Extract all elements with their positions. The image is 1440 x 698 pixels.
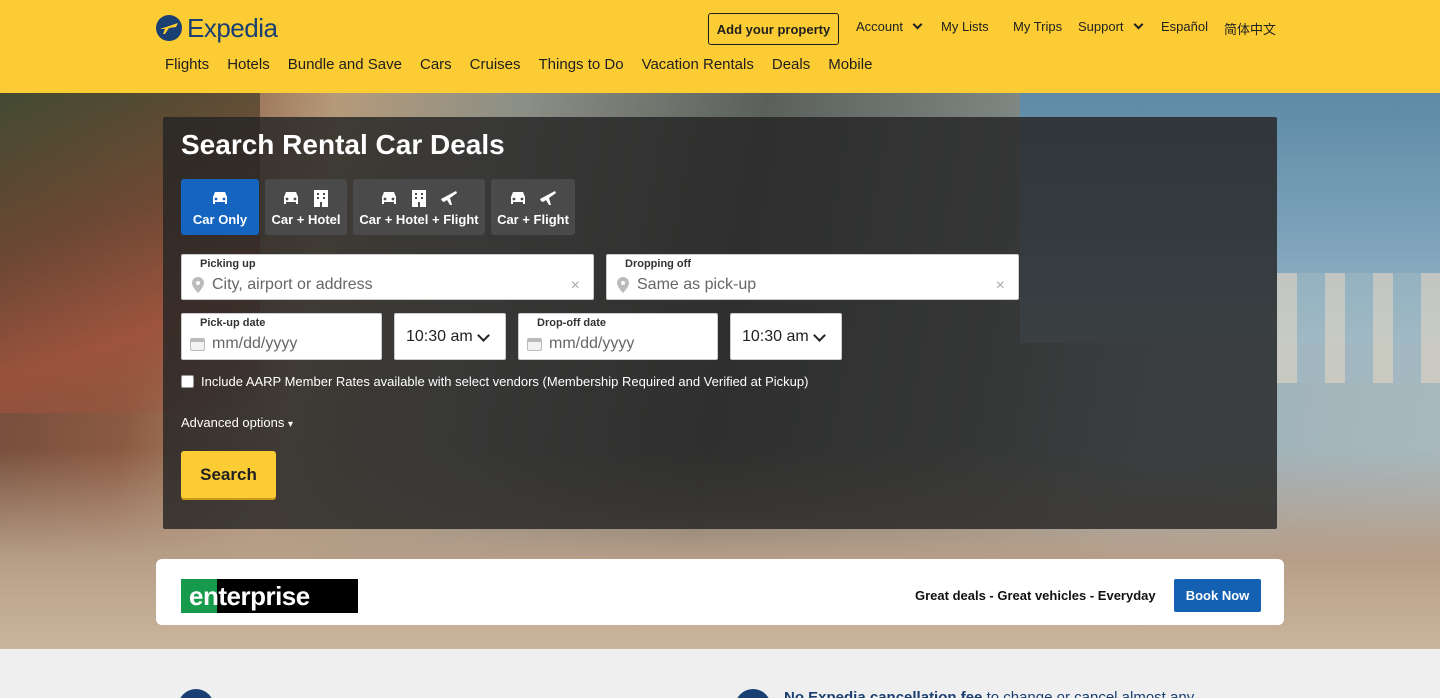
plane-icon (540, 191, 556, 205)
map-pin-icon (617, 277, 629, 293)
chevron-down-icon (1133, 19, 1143, 30)
chevron-down-icon (477, 329, 490, 342)
account-menu[interactable]: Account (856, 19, 923, 34)
nav-vacation-rentals[interactable]: Vacation Rentals (642, 56, 754, 73)
clear-icon[interactable]: × (571, 277, 580, 295)
car-icon (284, 192, 298, 204)
plane-globe-icon (156, 15, 182, 41)
site-header: Expedia Add your property Account My Lis… (0, 0, 1440, 93)
aarp-checkbox[interactable] (181, 375, 194, 388)
nav-bundle-and-save[interactable]: Bundle and Save (288, 56, 402, 73)
pickup-date-placeholder: mm/dd/yyyy (212, 335, 298, 352)
chinese-label: 简体中文 (1224, 22, 1277, 37)
cancellation-benefit-text: No Expedia cancellation fee to change or… (784, 689, 1194, 698)
dropoff-date-field[interactable]: Drop-off date mm/dd/yyyy (518, 313, 718, 360)
hotel-icon (412, 190, 426, 207)
hero-bridge-railing (1277, 273, 1440, 383)
logo-text: Expedia (187, 12, 278, 43)
language-chinese-link[interactable]: 简体中文 (1224, 19, 1276, 38)
cancellation-benefit-rest: to change or cancel almost any (982, 689, 1195, 698)
cancellation-benefit-bold: No Expedia cancellation fee (784, 689, 983, 698)
dropoff-location-label: Dropping off (625, 258, 691, 270)
benefit-icon (735, 689, 771, 698)
dropoff-time-value: 10:30 am (742, 327, 809, 345)
tab-label: Car + Hotel + Flight (359, 212, 479, 227)
pickup-date-field[interactable]: Pick-up date mm/dd/yyyy (181, 313, 382, 360)
nav-cars[interactable]: Cars (420, 56, 452, 73)
expedia-logo[interactable]: Expedia (155, 12, 278, 44)
advanced-options-link[interactable]: Advanced options ▾ (181, 415, 293, 430)
nav-deals[interactable]: Deals (772, 56, 810, 73)
pickup-date-label: Pick-up date (200, 317, 266, 329)
dropoff-date-placeholder: mm/dd/yyyy (549, 335, 635, 352)
benefits-section: No Expedia cancellation fee to change or… (0, 649, 1440, 698)
search-type-tabs: Car Only Car + Hotel Car + Hotel + Fligh… (181, 179, 575, 235)
clear-icon[interactable]: × (996, 277, 1005, 295)
plane-icon (441, 191, 457, 205)
main-navigation: Flights Hotels Bundle and Save Cars Crui… (165, 56, 890, 73)
tab-label: Car Only (192, 212, 248, 227)
nav-flights[interactable]: Flights (165, 56, 209, 73)
advanced-options-label: Advanced options (181, 415, 285, 430)
calendar-icon (527, 338, 542, 351)
pickup-location-field[interactable]: Picking up City, airport or address × (181, 254, 594, 300)
hotel-icon (314, 190, 328, 207)
nav-cruises[interactable]: Cruises (470, 56, 521, 73)
enterprise-promo-banner: enterprise Great deals - Great vehicles … (156, 559, 1284, 625)
calendar-icon (190, 338, 205, 351)
aarp-option: Include AARP Member Rates available with… (181, 374, 808, 389)
hero-background: Search Rental Car Deals Car Only Car + H… (0, 93, 1440, 649)
nav-mobile[interactable]: Mobile (828, 56, 872, 73)
tab-car-hotel-flight[interactable]: Car + Hotel + Flight (353, 179, 485, 235)
car-icon (382, 192, 396, 204)
car-icon (213, 192, 227, 204)
language-spanish-link[interactable]: Español (1161, 19, 1208, 34)
double-chevron-down-icon: ▾ (287, 419, 294, 430)
enterprise-logo[interactable]: enterprise (181, 579, 358, 613)
dropoff-date-label: Drop-off date (537, 317, 607, 329)
nav-things-to-do[interactable]: Things to Do (539, 56, 624, 73)
nav-hotels[interactable]: Hotels (227, 56, 270, 73)
my-lists-label: My Lists (941, 19, 989, 34)
tab-car-hotel[interactable]: Car + Hotel (265, 179, 347, 235)
account-label: Account (856, 19, 903, 34)
map-pin-icon (192, 277, 204, 293)
my-trips-label: My Trips (1013, 19, 1063, 34)
search-title: Search Rental Car Deals (181, 129, 505, 160)
promo-tagline: Great deals - Great vehicles - Everyday (915, 588, 1156, 603)
pickup-time-value: 10:30 am (406, 327, 473, 345)
tab-car-only[interactable]: Car Only (181, 179, 259, 235)
dropoff-location-field[interactable]: Dropping off Same as pick-up × (606, 254, 1019, 300)
my-trips-link[interactable]: My Trips (1013, 19, 1062, 34)
chevron-down-icon (813, 329, 826, 342)
my-lists-link[interactable]: My Lists (941, 19, 989, 34)
pickup-location-placeholder: City, airport or address (212, 276, 373, 293)
spanish-label: Español (1161, 19, 1208, 34)
car-icon (511, 192, 525, 204)
tab-label: Car + Hotel (271, 212, 341, 227)
search-button[interactable]: Search (181, 451, 276, 498)
support-menu[interactable]: Support (1078, 19, 1143, 34)
book-now-button[interactable]: Book Now (1174, 579, 1261, 612)
pickup-location-label: Picking up (200, 258, 256, 270)
search-panel: Search Rental Car Deals Car Only Car + H… (163, 117, 1277, 529)
aarp-label: Include AARP Member Rates available with… (201, 374, 809, 389)
support-label: Support (1078, 19, 1124, 34)
benefit-icon (178, 689, 214, 698)
dropoff-time-select[interactable]: 10:30 am (730, 313, 842, 360)
tab-label: Car + Flight (497, 212, 569, 227)
add-property-button[interactable]: Add your property (708, 13, 839, 45)
tab-car-flight[interactable]: Car + Flight (491, 179, 575, 235)
pickup-time-select[interactable]: 10:30 am (394, 313, 506, 360)
enterprise-logo-text: enterprise (189, 580, 310, 611)
chevron-down-icon (912, 19, 923, 30)
dropoff-location-placeholder: Same as pick-up (637, 276, 757, 293)
